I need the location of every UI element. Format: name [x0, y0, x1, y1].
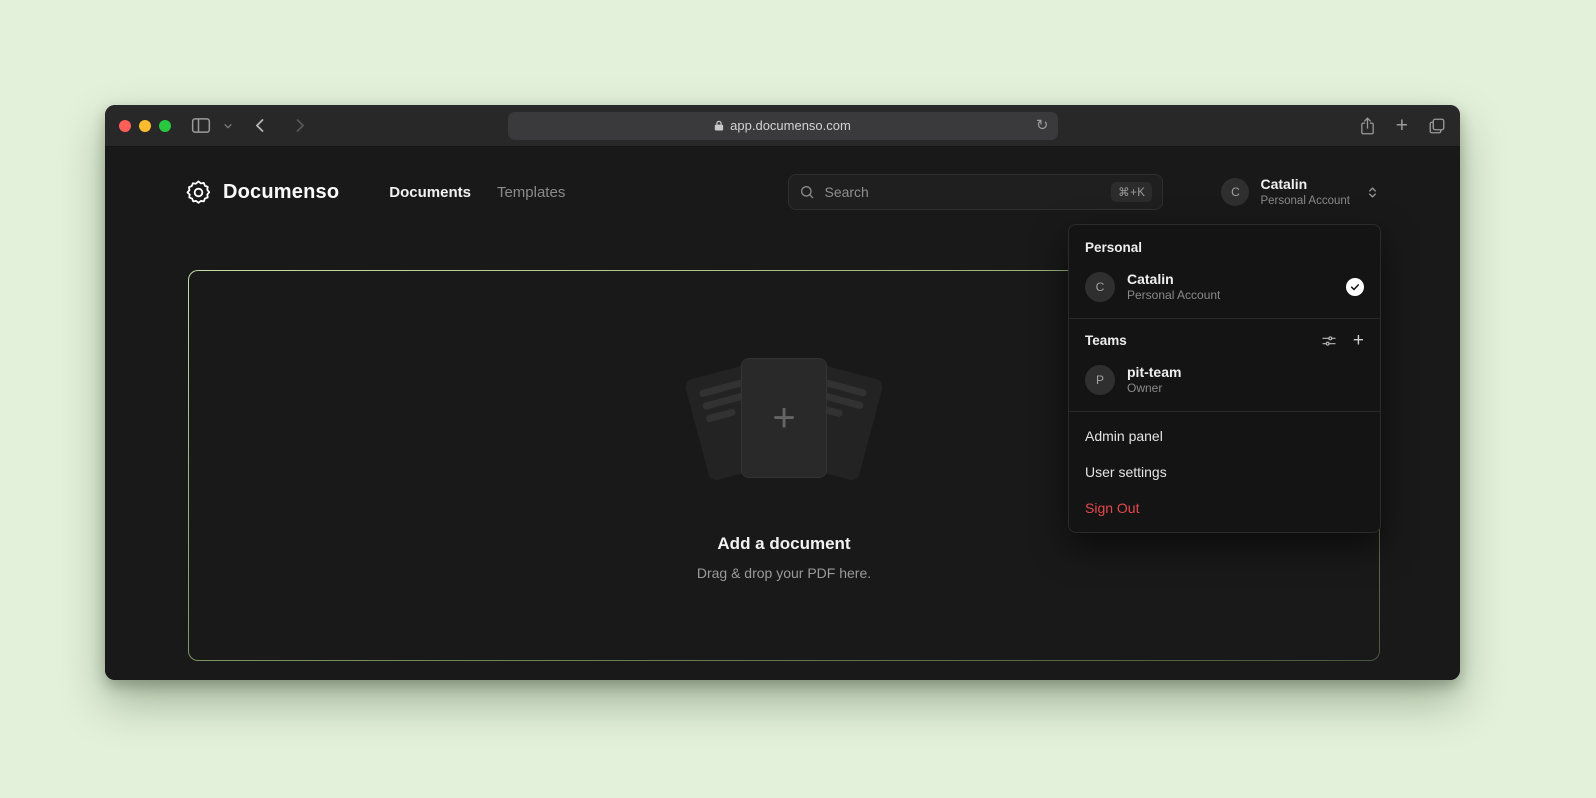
personal-section-label: Personal [1075, 231, 1374, 262]
toolbar-chevron-button[interactable] [223, 121, 233, 131]
selected-check-icon [1346, 278, 1364, 296]
account-avatar: C [1221, 178, 1249, 206]
chevron-down-icon [223, 121, 233, 131]
account-dropdown-menu: Personal C Catalin Personal Account Team… [1068, 224, 1381, 533]
search-input[interactable]: Search ⌘+K [788, 174, 1163, 210]
minimize-window-button[interactable] [139, 120, 151, 132]
team-name: pit-team [1127, 363, 1181, 381]
teams-section-label: Teams [1085, 333, 1127, 348]
teams-section-header: Teams + [1075, 325, 1374, 355]
personal-account-type: Personal Account [1127, 288, 1220, 304]
document-card-center: + [741, 358, 827, 478]
zoom-window-button[interactable] [159, 120, 171, 132]
app-content: Documenso Documents Templates Search ⌘+K… [105, 147, 1460, 680]
back-button[interactable] [251, 116, 270, 135]
sidebar-toggle-button[interactable] [191, 117, 211, 134]
sidebar-icon [191, 117, 211, 134]
sliders-icon [1321, 333, 1337, 349]
close-window-button[interactable] [119, 120, 131, 132]
titlebar-right-group: + [1359, 116, 1446, 136]
traffic-lights [119, 120, 171, 132]
brand-name: Documenso [223, 181, 339, 204]
refresh-button[interactable]: ↻ [1036, 116, 1049, 136]
chevron-left-icon [251, 116, 270, 135]
document-stack-illustration: + [674, 350, 894, 502]
chevron-up-down-icon [1365, 185, 1380, 200]
lock-icon [714, 119, 724, 132]
new-tab-button[interactable]: + [1396, 117, 1408, 135]
menu-item-user-settings[interactable]: User settings [1075, 454, 1374, 490]
share-button[interactable] [1359, 116, 1376, 136]
team-role: Owner [1127, 381, 1181, 397]
address-bar[interactable]: app.documenso.com ↻ [508, 112, 1058, 140]
personal-account-avatar: C [1085, 272, 1115, 302]
search-icon [799, 184, 815, 200]
titlebar-left-group [119, 116, 508, 135]
dropzone-title: Add a document [717, 534, 850, 554]
share-icon [1359, 116, 1376, 136]
search-placeholder: Search [824, 184, 868, 200]
menu-divider [1069, 411, 1380, 412]
plus-icon: + [772, 398, 795, 438]
personal-account-item[interactable]: C Catalin Personal Account [1075, 262, 1374, 312]
team-avatar: P [1085, 365, 1115, 395]
url-text: app.documenso.com [730, 118, 851, 133]
documenso-logo-icon [185, 179, 212, 206]
dropzone-subtitle: Drag & drop your PDF here. [697, 565, 871, 581]
manage-teams-button[interactable] [1321, 333, 1337, 349]
account-type: Personal Account [1260, 194, 1350, 208]
desktop-background: app.documenso.com ↻ + [0, 0, 1596, 798]
chevron-right-icon [290, 116, 309, 135]
menu-item-sign-out[interactable]: Sign Out [1075, 490, 1374, 526]
add-team-button[interactable]: + [1353, 333, 1364, 349]
team-item[interactable]: P pit-team Owner [1075, 355, 1374, 405]
main-nav: Documents Templates [389, 184, 565, 201]
menu-divider [1069, 318, 1380, 319]
search-shortcut-badge: ⌘+K [1111, 182, 1152, 202]
browser-window: app.documenso.com ↻ + [105, 105, 1460, 680]
forward-button[interactable] [290, 116, 309, 135]
nav-item-templates[interactable]: Templates [497, 184, 565, 201]
brand-logo-link[interactable]: Documenso [185, 179, 339, 206]
tabs-icon [1428, 117, 1446, 135]
account-name: Catalin [1260, 176, 1350, 194]
nav-item-documents[interactable]: Documents [389, 184, 471, 201]
account-menu-trigger[interactable]: C Catalin Personal Account [1221, 176, 1380, 208]
tab-overview-button[interactable] [1428, 117, 1446, 135]
personal-account-name: Catalin [1127, 270, 1220, 288]
browser-titlebar: app.documenso.com ↻ + [105, 105, 1460, 147]
menu-item-admin-panel[interactable]: Admin panel [1075, 418, 1374, 454]
